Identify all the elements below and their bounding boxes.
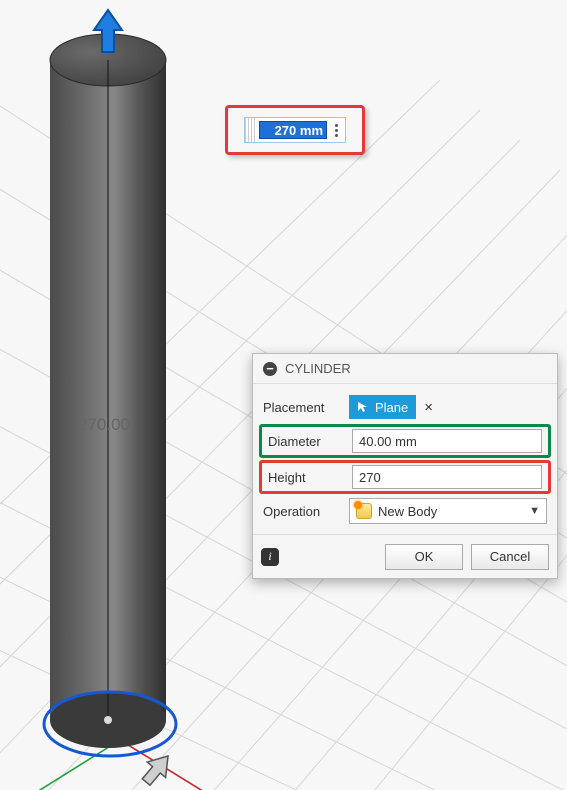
placement-row: Placement Plane × [257, 390, 553, 424]
cylinder-body[interactable] [50, 34, 166, 748]
info-icon[interactable]: i [261, 548, 279, 566]
height-dimension-label: 270.00 [78, 415, 130, 435]
placement-label: Placement [263, 400, 349, 415]
height-row: Height [259, 460, 551, 494]
dialog-titlebar[interactable]: − CYLINDER [253, 354, 557, 384]
operation-select[interactable]: New Body ▼ [349, 498, 547, 524]
drag-grip-icon[interactable] [245, 118, 255, 142]
dialog-title: CYLINDER [285, 361, 351, 376]
cancel-button[interactable]: Cancel [471, 544, 549, 570]
new-body-icon [356, 503, 372, 519]
collapse-icon[interactable]: − [263, 362, 277, 376]
dimension-input-highlight: 270 mm [225, 105, 365, 155]
height-label: Height [268, 470, 352, 485]
placement-plane-chip[interactable]: Plane [349, 395, 416, 419]
diameter-row: Diameter [259, 424, 551, 458]
operation-value: New Body [378, 504, 437, 519]
ok-button[interactable]: OK [385, 544, 463, 570]
operation-label: Operation [263, 504, 349, 519]
dialog-footer: i OK Cancel [253, 534, 557, 578]
cylinder-dialog[interactable]: − CYLINDER Placement Plane × Diameter He… [252, 353, 558, 579]
cursor-icon [357, 401, 369, 413]
dimension-input-value[interactable]: 270 mm [259, 121, 327, 139]
diameter-input[interactable] [352, 429, 542, 453]
operation-row: Operation New Body ▼ [257, 494, 553, 528]
viewport-3d[interactable]: 270.00 270 mm − CYLINDER Placement Plane… [0, 0, 567, 790]
dimension-input[interactable]: 270 mm [244, 117, 346, 143]
dropdown-caret-icon: ▼ [529, 505, 540, 517]
placement-chip-text: Plane [375, 400, 408, 415]
height-input[interactable] [352, 465, 542, 489]
kebab-icon[interactable] [327, 118, 345, 142]
clear-placement-icon[interactable]: × [424, 399, 433, 416]
diameter-label: Diameter [268, 434, 352, 449]
